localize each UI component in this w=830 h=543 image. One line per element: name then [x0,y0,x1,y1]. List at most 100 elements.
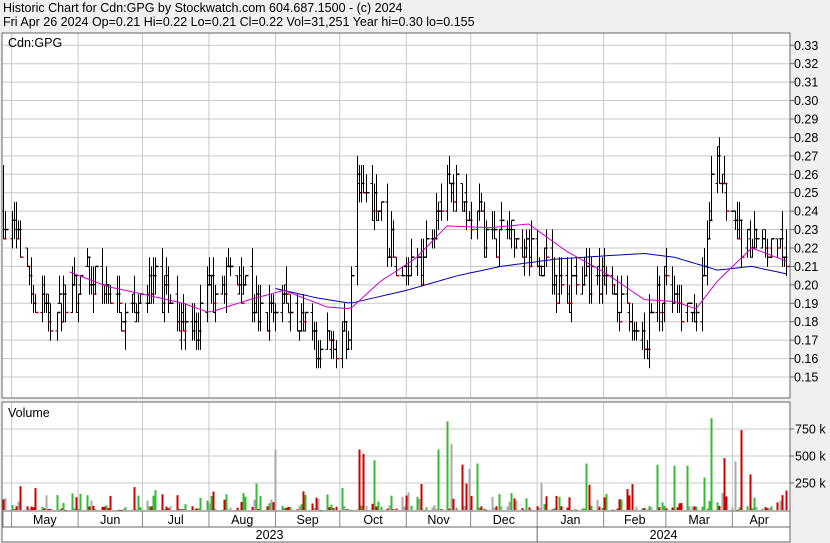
volume-bar [646,509,649,510]
volume-bar [431,507,434,510]
volume-bar [510,493,513,510]
volume-bar [403,506,406,510]
volume-bar [221,509,224,511]
volume-bar [199,497,202,510]
year-label-2024: 2024 [650,528,678,542]
volume-bar [483,508,486,510]
volume-bar [208,503,211,510]
volume-bar [45,495,48,510]
volume-bar [317,498,320,510]
volume-bar [680,503,683,510]
volume-bar [371,503,374,510]
volume-tick-label: 750 k [795,423,826,437]
price-tick-label: 0.16 [794,352,818,366]
volume-bar [641,508,644,510]
volume-bar [62,502,65,510]
volume-bar [643,507,646,510]
volume-bar [266,506,269,510]
volume-bar [710,418,713,510]
volume-bar [525,498,528,510]
volume-bar [43,508,46,510]
volume-bar [146,500,149,510]
volume-bar [2,499,5,510]
volume-bar [461,464,464,510]
price-tick-label: 0.21 [794,260,818,274]
volume-bar [71,493,74,510]
price-tick-label: 0.32 [794,57,818,71]
volume-bar [585,463,588,510]
volume-bar [635,506,638,510]
volume-bar [373,460,376,510]
volume-bar [470,496,473,510]
month-label: Jul [168,513,184,527]
volume-bar [508,501,511,510]
month-label: Mar [688,513,710,527]
volume-bar [32,507,35,510]
volume-bar [356,509,359,511]
volume-bar [476,463,479,510]
volume-bar [227,509,230,511]
volume-bar [90,500,93,510]
volume-bar [375,506,378,510]
volume-bar [92,505,95,510]
volume-panel-title: Volume [8,406,50,420]
volume-bar [79,493,82,510]
volume-bar [88,506,91,510]
volume-bar [122,508,125,510]
volume-bar [463,505,466,510]
volume-bar [480,506,483,510]
volume-bar [749,474,752,510]
volume-bar [182,509,185,510]
volume-bar [560,506,563,510]
volume-bar [450,444,453,510]
volume-bar [150,506,153,510]
volume-bar [553,508,556,510]
volume-bar [302,491,305,510]
volume-bar [120,509,123,511]
volume-bar [611,509,614,511]
month-label: Dec [493,513,515,527]
price-tick-label: 0.26 [794,168,818,182]
volume-bar [330,504,333,510]
volume-bar [285,507,288,510]
volume-bar [401,496,404,510]
month-label: Jan [560,513,580,527]
volume-bar [176,495,179,510]
price-tick-label: 0.31 [794,76,818,90]
volume-bar [34,488,37,510]
volume-bar [676,507,679,510]
price-tick-label: 0.22 [794,241,818,255]
volume-bar [779,500,782,510]
volume-bar [410,505,413,510]
volume-axis: 250 k 500 k 750 k [790,423,826,491]
volume-bar [101,506,104,510]
volume-bar [193,509,196,510]
volume-bar [435,509,438,510]
volume-bar [178,509,181,510]
volume-bar [13,509,16,510]
volume-bar [766,508,769,510]
volume-bar [422,509,425,511]
volume-bar [332,508,335,510]
volume-bar [56,495,59,510]
volume-bar [558,496,561,510]
volume-bar [716,502,719,510]
volume-bar [242,493,245,510]
volume-bar [528,507,531,510]
volume-bar [360,505,363,510]
price-tick-label: 0.20 [794,278,818,292]
volume-bar [133,487,136,510]
price-axis: 0.15 0.16 0.17 0.18 0.19 0.20 0.21 0.22 0.23 0.24… [790,39,818,385]
volume-bar [425,507,428,510]
volume-bar [300,504,303,510]
volume-bar [257,508,260,510]
volume-bar [225,494,228,510]
volume-bar [118,509,121,511]
volume-bar [240,501,243,510]
price-tick-label: 0.28 [794,131,818,145]
volume-bar [94,509,97,510]
price-tick-label: 0.18 [794,315,818,329]
volume-bar [723,458,726,510]
volume-bar [103,506,106,510]
volume-bar [75,497,78,510]
